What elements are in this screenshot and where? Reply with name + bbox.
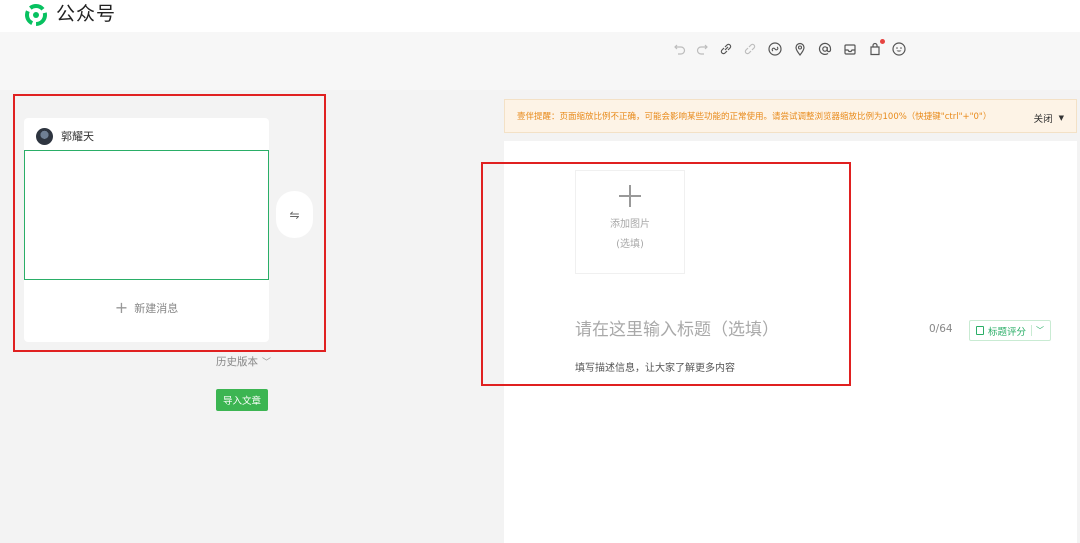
editor-toolbar [0, 32, 1080, 90]
inbox-icon[interactable] [842, 41, 858, 57]
wechat-mp-logo-icon[interactable] [24, 3, 48, 27]
app-title[interactable]: 公众号 [56, 2, 116, 26]
top-bar: 公众号 [0, 0, 1080, 32]
emoji-icon[interactable] [891, 41, 907, 57]
import-article-button[interactable]: 导入文章 [216, 389, 268, 411]
link-icon[interactable] [718, 41, 734, 57]
history-label: 历史版本 [216, 356, 258, 368]
title-char-counter: 0/64 [929, 323, 953, 335]
notification-dot [880, 39, 885, 44]
mini-program-icon[interactable] [767, 41, 783, 57]
annotation-box-right [481, 162, 851, 386]
zoom-warning-notice: 壹伴提醒：页面缩放比例不正确，可能会影响某些功能的正常使用。请尝试调整浏览器缩放… [504, 99, 1077, 133]
annotation-box-left [13, 94, 326, 352]
chevron-down-icon: ﹀ [1031, 325, 1044, 336]
redo-icon[interactable] [694, 41, 710, 57]
notice-close-button[interactable]: 关闭 ▼ [1034, 111, 1064, 125]
unlink-icon[interactable] [742, 41, 758, 57]
title-score-button[interactable]: 标题评分 ﹀ [969, 320, 1051, 341]
history-version-dropdown[interactable]: 历史版本 ﹀ [216, 354, 271, 369]
product-icon[interactable] [867, 39, 885, 57]
caret-down-icon: ▼ [1058, 114, 1064, 122]
mention-icon[interactable] [817, 41, 833, 57]
location-icon[interactable] [792, 41, 808, 57]
close-label: 关闭 [1033, 114, 1053, 125]
document-icon [976, 326, 984, 335]
title-score-label: 标题评分 [988, 326, 1027, 338]
chevron-down-icon: ﹀ [262, 358, 272, 368]
notice-text: 壹伴提醒：页面缩放比例不正确，可能会影响某些功能的正常使用。请尝试调整浏览器缩放… [517, 112, 992, 122]
undo-icon[interactable] [672, 41, 688, 57]
